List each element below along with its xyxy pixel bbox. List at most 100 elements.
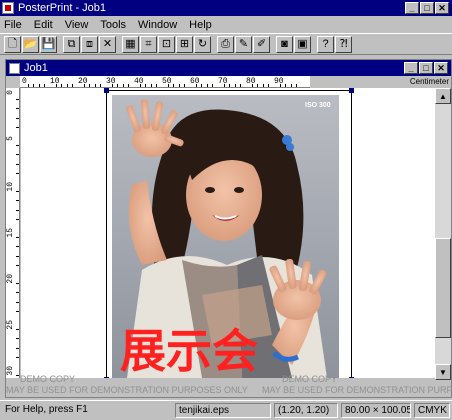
context-help-icon: ⁈ xyxy=(339,37,348,50)
vruler-tick xyxy=(16,255,19,257)
scroll-down-button[interactable]: ▼ xyxy=(435,364,451,380)
hruler-tick xyxy=(296,84,298,87)
app-title-bar: PosterPrint - Job1 _ □ ✕ xyxy=(0,0,452,16)
camera-icon: ◙ xyxy=(281,37,288,50)
hruler-tick xyxy=(44,84,46,87)
vruler-tick xyxy=(16,356,19,358)
floppy-icon: 💾 xyxy=(41,37,56,50)
image-button[interactable]: ▣ xyxy=(294,35,311,53)
menu-edit[interactable]: Edit xyxy=(34,19,53,31)
magic-icon: ✎ xyxy=(238,37,249,50)
layout-button[interactable]: ▦ xyxy=(122,35,139,53)
close-button[interactable]: ✕ xyxy=(435,2,449,14)
hruler-tick xyxy=(212,84,214,87)
help-icon: ? xyxy=(322,37,329,50)
tile-icon: ⊞ xyxy=(179,37,190,50)
vruler-label: 5 xyxy=(6,136,15,141)
hruler-tick xyxy=(167,84,169,87)
crop-icon: ⌗ xyxy=(145,37,152,50)
poster-page[interactable]: ISO 300 展示会 xyxy=(104,88,354,378)
fit-button[interactable]: ⊡ xyxy=(158,35,175,53)
vruler-tick xyxy=(16,99,19,101)
crop-button[interactable]: ⌗ xyxy=(140,35,157,53)
doc-maximize-button[interactable]: □ xyxy=(419,62,433,74)
hruler-tick xyxy=(201,84,203,87)
vruler-tick xyxy=(16,264,19,266)
hruler-tick xyxy=(257,84,259,87)
app-icon[interactable] xyxy=(2,2,14,14)
hruler-tick xyxy=(150,84,152,87)
vertical-scroll-thumb[interactable] xyxy=(435,238,451,338)
duplicate-button[interactable]: ⧈ xyxy=(81,35,98,53)
document-window: Job1 _ □ ✕ 0 10 20 30 40 50 60 70 80 90 Centimete… xyxy=(5,59,452,398)
menu-help[interactable]: Help xyxy=(189,19,212,31)
delete-button[interactable]: ✕ xyxy=(99,35,116,53)
menu-bar: File Edit View Tools Window Help xyxy=(0,16,452,33)
resize-handle-top-right[interactable] xyxy=(349,88,354,93)
ruler-corner xyxy=(6,76,20,88)
vruler-tick xyxy=(16,117,19,119)
resize-handle-top-left[interactable] xyxy=(104,88,109,93)
document-title-bar: Job1 _ □ ✕ xyxy=(6,60,451,76)
menu-tools[interactable]: Tools xyxy=(100,19,126,31)
maximize-button[interactable]: □ xyxy=(420,2,434,14)
status-file: tenjikai.eps xyxy=(175,403,271,418)
scroll-up-button[interactable]: ▲ xyxy=(435,88,451,104)
resize-handle-bottom-left[interactable] xyxy=(104,377,109,378)
horizontal-ruler: 0 10 20 30 40 50 60 70 80 90 xyxy=(20,76,310,88)
poster-caption: 展示会 xyxy=(120,324,258,378)
document-icon[interactable] xyxy=(9,62,20,74)
vruler-tick xyxy=(16,246,19,248)
menu-view[interactable]: View xyxy=(65,19,89,31)
vruler-tick xyxy=(16,310,19,312)
vruler-label: 20 xyxy=(6,274,15,284)
refresh-button[interactable]: ↻ xyxy=(194,35,211,53)
vruler-label: 0 xyxy=(6,90,15,95)
hruler-tick xyxy=(89,84,91,87)
copy-button[interactable]: ⧉ xyxy=(63,35,80,53)
vruler-tick xyxy=(16,347,19,349)
save-button[interactable]: 💾 xyxy=(40,35,57,53)
vruler-tick xyxy=(16,292,19,294)
new-document-button[interactable]: 🗋 xyxy=(4,35,21,53)
wizard-button[interactable]: ✎ xyxy=(235,35,252,53)
help-button[interactable]: ? xyxy=(317,35,334,53)
vertical-scrollbar[interactable]: ▲ ▼ xyxy=(435,88,451,380)
doc-close-button[interactable]: ✕ xyxy=(434,62,448,74)
hruler-tick xyxy=(94,84,96,87)
hruler-tick xyxy=(268,84,270,87)
doc-minimize-button[interactable]: _ xyxy=(404,62,418,74)
hruler-tick xyxy=(251,84,253,87)
open-folder-icon: 📂 xyxy=(23,37,38,50)
vruler-tick xyxy=(16,338,19,340)
vruler-tick xyxy=(16,283,19,285)
camera-button[interactable]: ◙ xyxy=(276,35,293,53)
context-help-button[interactable]: ⁈ xyxy=(335,35,352,53)
copy-icon: ⧉ xyxy=(67,37,76,50)
tile-button[interactable]: ⊞ xyxy=(176,35,193,53)
menu-window[interactable]: Window xyxy=(138,19,177,31)
minimize-button[interactable]: _ xyxy=(405,2,419,14)
photo-badge: ISO 300 xyxy=(305,102,331,109)
hruler-tick xyxy=(195,84,197,87)
poster-photo[interactable]: ISO 300 展示会 xyxy=(112,95,339,378)
hruler-tick xyxy=(117,84,119,87)
vruler-tick xyxy=(16,172,19,174)
ruler-row: 0 10 20 30 40 50 60 70 80 90 Centimeter xyxy=(6,76,451,88)
status-help: For Help, press F1 xyxy=(5,404,88,415)
menu-file[interactable]: File xyxy=(4,19,22,31)
open-button[interactable]: 📂 xyxy=(22,35,39,53)
status-size: 80.00 × 100.05 xyxy=(341,403,411,418)
canvas-area[interactable]: ISO 300 展示会 xyxy=(21,88,435,378)
vertical-ruler: 0 5 10 15 20 25 30 xyxy=(6,88,20,378)
print-button[interactable]: ⎙ xyxy=(217,35,234,53)
vruler-label: 10 xyxy=(6,182,15,192)
hruler-tick xyxy=(240,84,242,87)
hruler-tick xyxy=(178,84,180,87)
resize-handle-bottom-right[interactable] xyxy=(349,377,354,378)
fit-icon: ⊡ xyxy=(161,37,172,50)
printer-icon: ⎙ xyxy=(221,37,230,50)
eyedropper-button[interactable]: ✐ xyxy=(253,35,270,53)
document-title: Job1 xyxy=(24,62,48,74)
hruler-tick xyxy=(83,84,85,87)
